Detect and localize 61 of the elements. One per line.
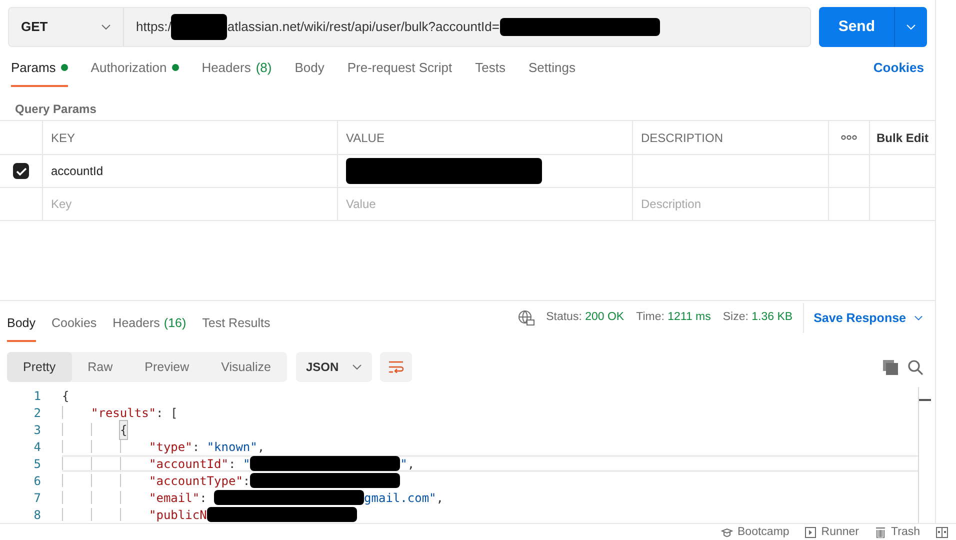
line-number: 1 [32,388,42,404]
tab[interactable]: Body [294,58,324,87]
tab[interactable]: Test Results [202,314,270,342]
footer-button[interactable]: Trash [875,524,920,540]
chevron-down-icon [906,24,916,30]
save-response-button[interactable]: Save Response [814,308,923,328]
status-text: Status: 200 OK [546,310,624,326]
scrollbar-marker [919,399,931,401]
tab[interactable]: Headers (8) [202,58,272,87]
view-mode-tab[interactable]: Raw [72,352,129,382]
checkmark-icon [16,166,26,176]
view-mode-tab[interactable]: Visualize [205,352,287,382]
search-icon[interactable] [908,360,923,374]
tab[interactable]: Tests [475,58,506,87]
view-mode-tab[interactable]: Pretty [7,352,72,382]
bulk-edit-button[interactable]: Bulk Edit [876,128,928,146]
chevron-down-icon [352,364,362,370]
footer-button[interactable]: Runner [805,524,860,540]
copy-icon[interactable] [883,360,898,374]
globe-lock-icon [518,310,536,326]
view-mode-tab[interactable]: Preview [128,352,206,382]
tab[interactable]: Headers (16) [112,314,186,342]
tab[interactable]: Settings [528,58,576,87]
line-number: 7 [32,490,42,506]
line-number: 3 [32,422,42,438]
code-line: "results": [ [91,406,178,419]
tab[interactable]: Pre-request Script [347,58,452,87]
chevron-down-icon [914,315,923,321]
column-header: KEY [51,130,76,146]
footer-button[interactable]: Bootcamp [720,524,790,540]
code-line: "publicN [149,508,357,521]
input-field[interactable]: accountId [51,162,104,180]
column-header: VALUE [346,130,384,146]
code-line: { [62,389,70,402]
line-number: 4 [32,438,42,456]
section-title: Query Params [15,102,96,116]
status-text: Size: 1.36 KB [722,310,793,326]
code-line: "email": gmail.com", [149,491,444,504]
more-options-icon[interactable] [841,135,857,140]
two-pane-icon[interactable] [936,527,948,538]
cookies-link[interactable]: Cookies [873,58,924,87]
line-number: 8 [32,506,42,523]
line-number: 5 [32,456,42,472]
line-number: 6 [32,472,42,490]
format-dropdown[interactable]: JSON [296,352,372,382]
checkbox[interactable] [13,163,29,179]
wrap-lines-icon [388,361,404,373]
tab[interactable]: Cookies [52,314,97,342]
code-line: "accountType": [149,474,400,487]
play-box-icon [805,527,816,538]
tab[interactable]: Authorization [90,58,179,87]
tab[interactable]: Params [11,58,68,87]
code-line: "type": "known", [149,440,265,453]
line-number: 2 [32,404,42,422]
column-header: DESCRIPTION [641,130,724,146]
tab[interactable]: Body [7,314,36,342]
wrap-lines-button[interactable] [380,352,412,382]
graduation-cap-icon [720,528,733,538]
code-line: "accountId": " ", [149,457,415,470]
trash-icon [875,527,886,538]
status-text: Time: 1211 ms [636,310,711,326]
